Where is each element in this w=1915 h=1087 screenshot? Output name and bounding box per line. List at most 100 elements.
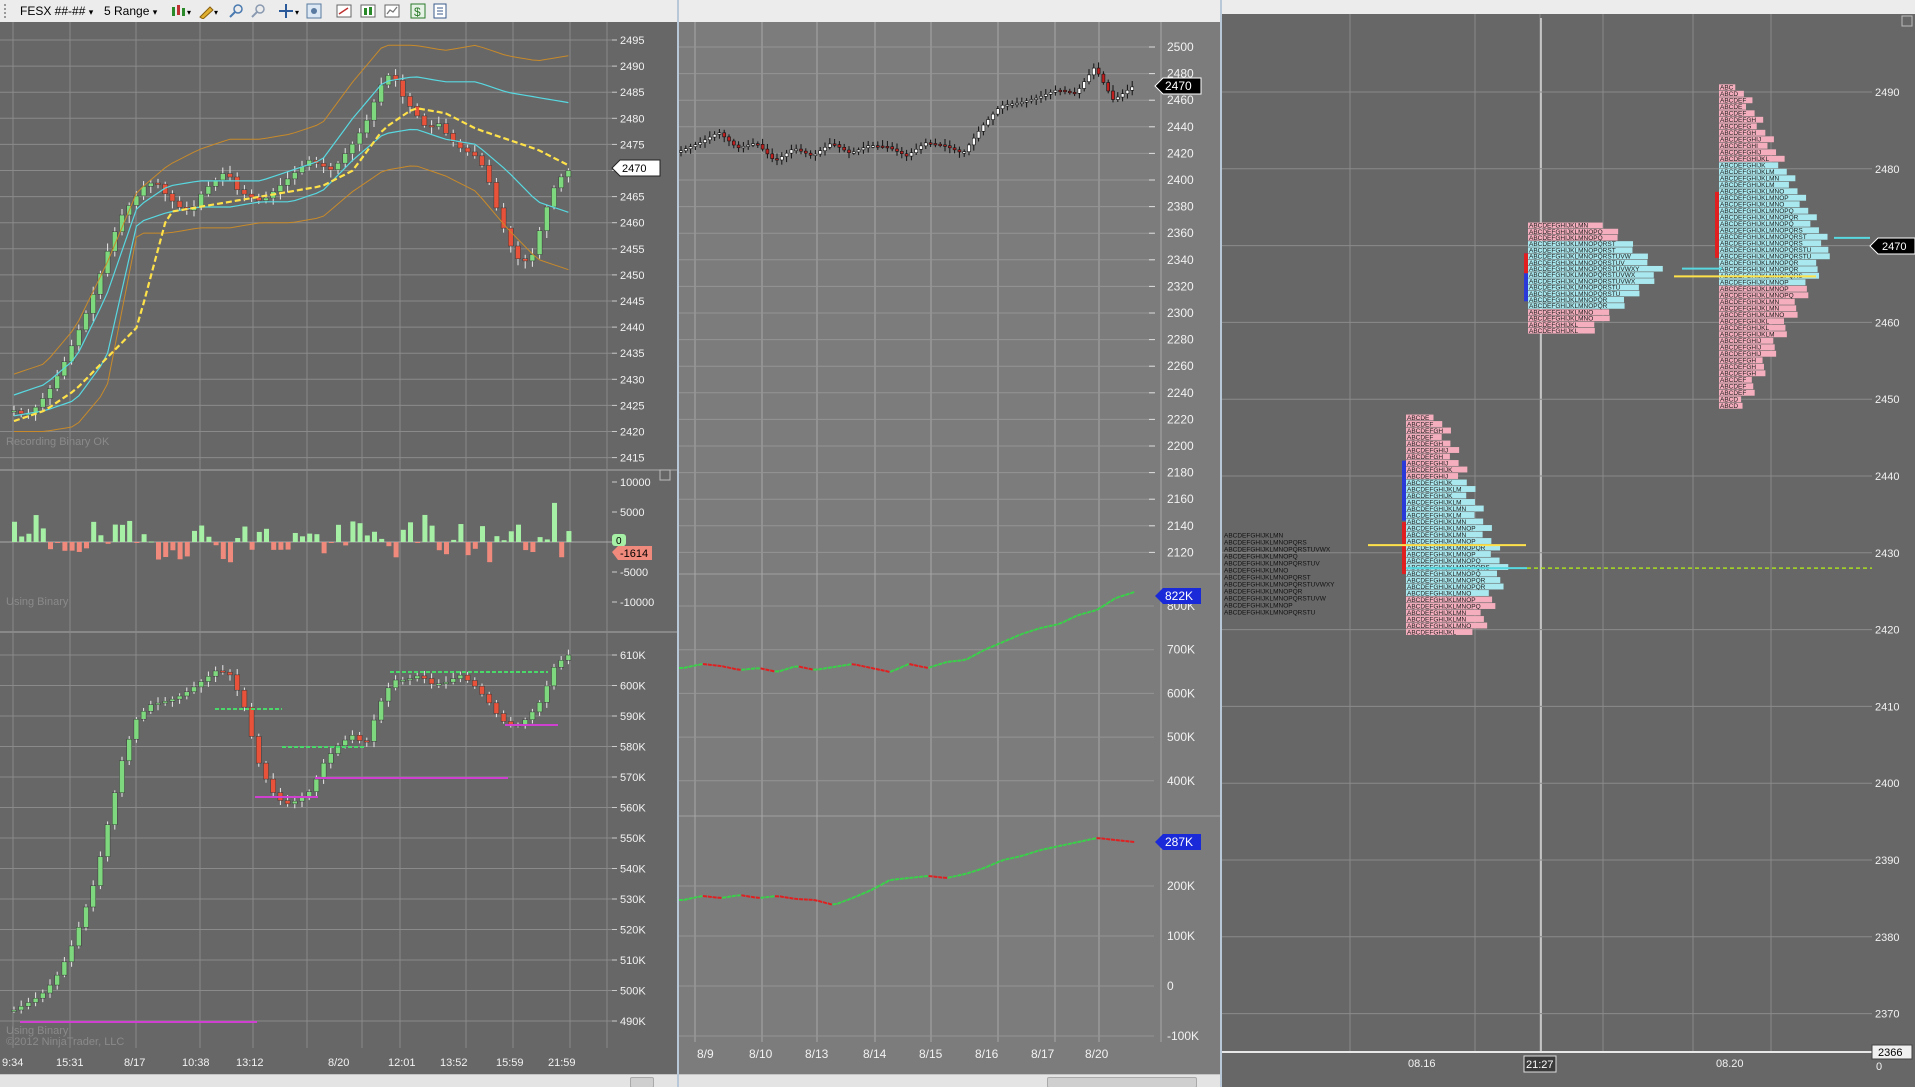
- cumulative-volume-segment: [803, 666, 809, 670]
- volume-tick-label: 700K: [1167, 643, 1195, 657]
- price-candle: [828, 143, 832, 148]
- price-tick-label: 2140: [1167, 519, 1194, 533]
- tpo-letters: ABCDEFGHIJKLMNOPQRSTUV: [1224, 560, 1320, 567]
- tpo-letters: ABCDEFGHIJKLMNOPQRSTU: [1224, 609, 1316, 616]
- cumulative-volume-segment: [760, 667, 765, 671]
- cumulative-tick-label: 600K: [620, 681, 646, 693]
- delta-bar: [220, 542, 226, 560]
- price-tick-label: 2240: [1167, 386, 1194, 400]
- price-candle: [765, 148, 770, 155]
- x-axis-label: 12:01: [388, 1057, 416, 1069]
- price-candle: [227, 173, 233, 178]
- delta-bar: [415, 542, 421, 543]
- price-candle: [198, 193, 204, 208]
- middle-horizontal-scrollbar[interactable]: [679, 1074, 1220, 1087]
- price-candle: [443, 123, 449, 134]
- price-candle: [842, 146, 846, 151]
- cumulative-candle: [457, 674, 464, 679]
- cumulative-volume-segment: [818, 667, 823, 671]
- price-candle: [895, 148, 899, 152]
- price-candle: [76, 329, 82, 347]
- price-candle: [500, 207, 507, 229]
- price-candle: [371, 101, 377, 121]
- price-candle: [991, 113, 995, 120]
- x-axis-label: 9:34: [2, 1057, 23, 1069]
- price-candle: [1115, 96, 1120, 100]
- price-candle: [1125, 89, 1130, 94]
- volume-tick-label: 500K: [1167, 730, 1195, 744]
- delta-bar: [19, 536, 25, 542]
- delta-bar: [40, 528, 46, 542]
- corner-price-label: 2366: [1878, 1047, 1902, 1059]
- price-candle: [741, 146, 746, 149]
- price-candle: [909, 152, 914, 157]
- delta-bar: [228, 542, 233, 563]
- cumulative-candle: [529, 711, 536, 721]
- cumulative-volume-segment: [1110, 838, 1116, 841]
- cumulative-candle: [176, 695, 183, 700]
- price-candle: [220, 173, 226, 181]
- price-candle: [775, 158, 779, 161]
- scrollbar-thumb[interactable]: [1047, 1077, 1197, 1087]
- price-candle: [712, 134, 717, 138]
- cumulative-volume-segment: [938, 876, 943, 879]
- price-tick-label: 2410: [1875, 701, 1899, 713]
- middle-chart-canvas[interactable]: 2500248024602440242024002380236023402320…: [679, 0, 1220, 1087]
- price-candle: [241, 189, 248, 195]
- price-candle: [746, 144, 750, 147]
- price-candle: [54, 375, 60, 389]
- cumulative-candle: [479, 685, 485, 695]
- cumulative-volume-segment: [846, 663, 852, 666]
- cumulative-volume-segment: [688, 896, 693, 900]
- cumulative-volume-segment: [1091, 609, 1097, 613]
- cumulative-candle: [263, 762, 269, 780]
- initial-balance-marker: [1524, 253, 1528, 274]
- left-horizontal-scrollbar[interactable]: [0, 1074, 677, 1087]
- cumulative-volume-segment: [697, 895, 703, 898]
- copyright-watermark: ©2012 NinjaTrader, LLC: [6, 1036, 124, 1048]
- cumulative-candle: [32, 997, 39, 1003]
- cumulative-candle: [148, 704, 154, 712]
- price-candle: [284, 178, 291, 186]
- price-tick-label: 2400: [1875, 778, 1899, 790]
- cumulative-candle: [47, 984, 53, 994]
- cumulative-volume-segment: [1101, 837, 1106, 840]
- price-candle: [522, 258, 528, 262]
- delta-bar: [501, 540, 507, 542]
- tpo-letters: ABCDEFGHIJKLMNOP: [1224, 602, 1293, 609]
- price-tick-label: 2300: [1167, 306, 1194, 320]
- price-candle: [924, 142, 928, 147]
- price-candle: [486, 165, 492, 183]
- delta-bar: [148, 541, 154, 543]
- price-tick-label: 2440: [1167, 120, 1194, 134]
- cumulative-volume-segment: [769, 669, 775, 673]
- delta-bar: [127, 520, 133, 542]
- delta-bar: [105, 542, 111, 544]
- cumulative-volume-segment: [1077, 840, 1082, 844]
- price-candle: [364, 119, 370, 134]
- cumulative-volume-segment: [741, 668, 746, 671]
- cumulative-volume-segment: [717, 664, 722, 668]
- cumulative-candle: [284, 800, 291, 805]
- cumulative-tick-label: 530K: [620, 894, 646, 906]
- market-profile-canvas[interactable]: 2490 2480 2470 2460 2450 2440 2430 2420 2410 2400…: [1222, 0, 1915, 1087]
- cumulative-volume-segment: [1081, 611, 1087, 615]
- price-tick-label: 2465: [620, 192, 644, 204]
- left-chart-canvas[interactable]: 2495 2490 2485 2480 2475 2470 2465 2460 2455 2450…: [0, 0, 677, 1087]
- delta-bar: [400, 529, 406, 542]
- date-label: 08.20: [1716, 1058, 1744, 1070]
- tpo-letters: ABCDEFGHIJKLMNOPQR: [1224, 588, 1303, 595]
- delta-bar: [134, 542, 140, 543]
- cumulative-volume-segment: [923, 666, 928, 669]
- price-candle: [18, 410, 24, 415]
- price-candle: [947, 145, 952, 149]
- price-tick-label: 2480: [1875, 164, 1899, 176]
- price-candle: [808, 152, 813, 156]
- delta-bar: [379, 538, 385, 542]
- scrollbar-thumb[interactable]: [630, 1077, 654, 1087]
- cumulative-candle: [414, 675, 420, 679]
- price-candle: [292, 172, 298, 180]
- price-candle: [717, 132, 722, 135]
- price-candle: [904, 153, 909, 157]
- cumulative-volume-segment: [1043, 625, 1049, 629]
